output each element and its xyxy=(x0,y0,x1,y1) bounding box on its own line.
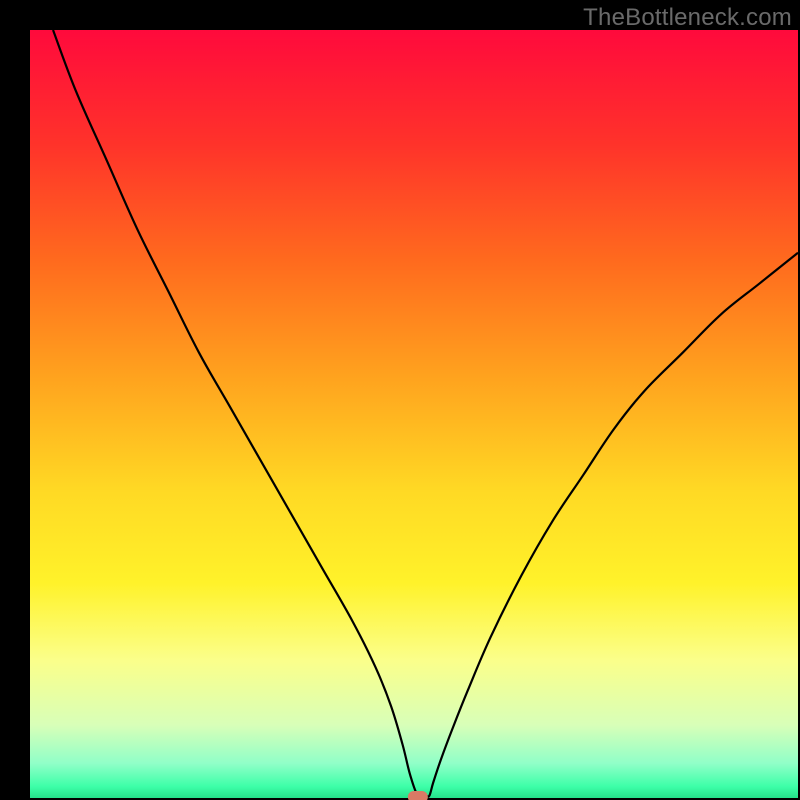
current-point-marker xyxy=(408,791,428,800)
watermark-text: TheBottleneck.com xyxy=(583,4,792,32)
chart-container: TheBottleneck.com xyxy=(0,0,800,800)
bottleneck-chart xyxy=(0,0,800,800)
plot-background xyxy=(30,30,798,798)
